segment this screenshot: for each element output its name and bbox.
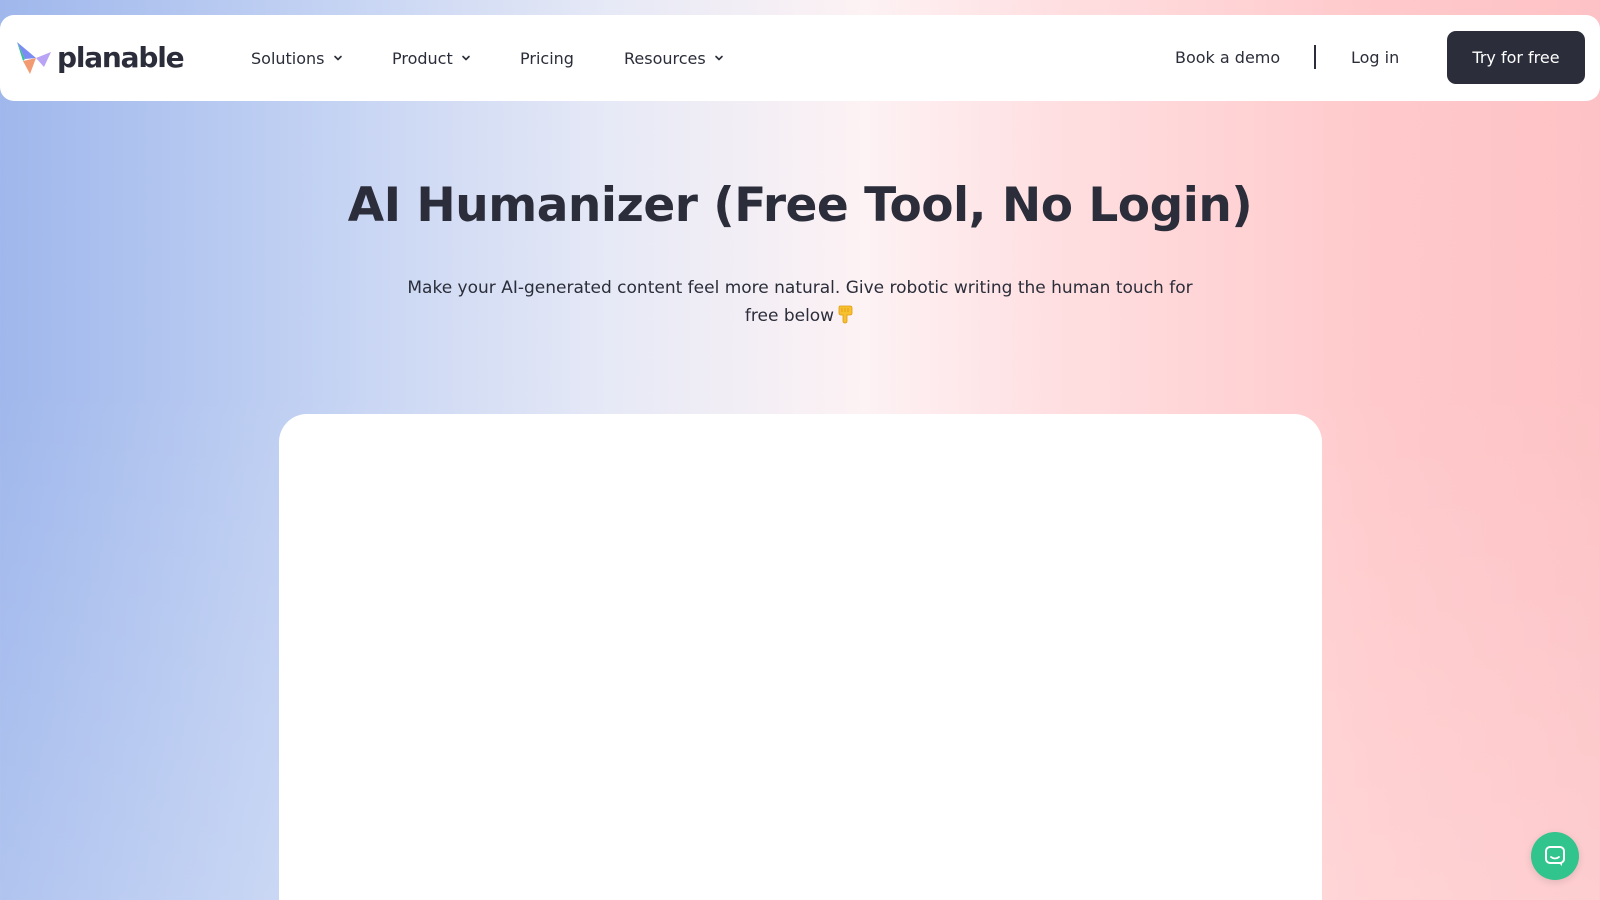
nav-pricing-label: Pricing <box>520 48 574 68</box>
humanizer-tool-card <box>279 414 1322 900</box>
pointing-down-hand-icon <box>838 305 853 324</box>
nav-product[interactable]: Product <box>392 46 471 70</box>
hero-subtitle-line-2-wrap: free below <box>400 302 1200 330</box>
planable-logo[interactable]: planable <box>14 40 185 76</box>
page-title: AI Humanizer (Free Tool, No Login) <box>347 178 1253 233</box>
try-for-free-button[interactable]: Try for free <box>1447 31 1585 84</box>
nav-solutions-label: Solutions <box>251 48 325 68</box>
top-navbar: planable Solutions Product Pricing Resou… <box>0 15 1600 101</box>
nav-divider <box>1314 45 1316 69</box>
nav-product-label: Product <box>392 48 453 68</box>
chat-icon <box>1545 846 1565 866</box>
book-demo-link[interactable]: Book a demo <box>1175 46 1280 70</box>
nav-resources-label: Resources <box>624 48 706 68</box>
chat-widget-button[interactable] <box>1531 832 1579 880</box>
nav-resources[interactable]: Resources <box>624 46 724 70</box>
chevron-down-icon <box>714 55 723 61</box>
hero-subtitle: Make your AI-generated content feel more… <box>400 274 1200 330</box>
nav-pricing[interactable]: Pricing <box>520 46 574 70</box>
hero-subtitle-line-1: Make your AI-generated content feel more… <box>407 278 1193 298</box>
log-in-link[interactable]: Log in <box>1351 46 1399 70</box>
planable-logo-icon <box>17 42 51 74</box>
logo-wordmark: planable <box>57 41 185 74</box>
chevron-down-icon <box>333 55 342 61</box>
chevron-down-icon <box>461 55 470 61</box>
hero-subtitle-line-2: free below <box>744 306 835 326</box>
nav-solutions[interactable]: Solutions <box>251 46 343 70</box>
